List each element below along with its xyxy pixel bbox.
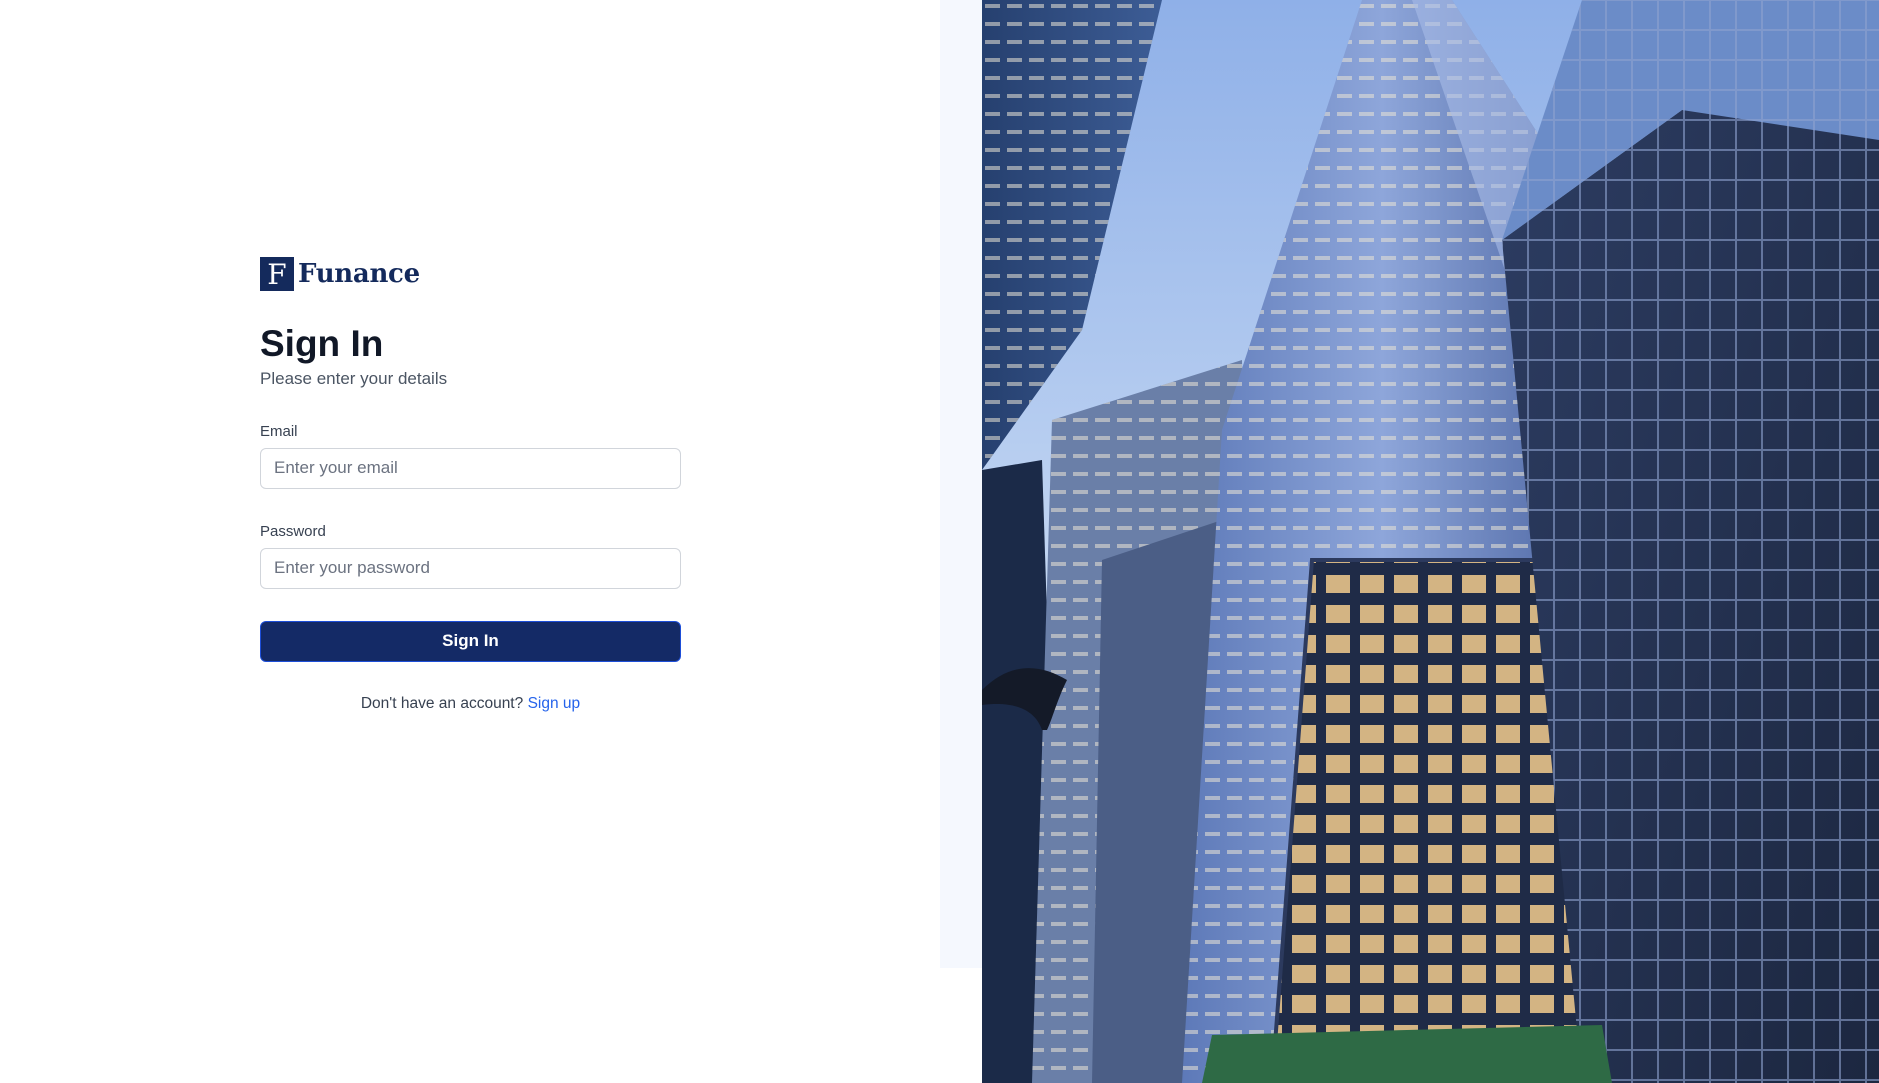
sign-in-form: F Funance Sign In Please enter your deta… [260,257,681,713]
signup-prompt: Don't have an account? [360,694,524,712]
sign-in-button[interactable]: Sign In [260,620,681,662]
password-label: Password [260,522,326,540]
signup-row: Don't have an account? Sign up [260,695,681,713]
email-label: Email [260,422,298,440]
page-subtitle: Please enter your details [260,368,448,388]
brand-logo[interactable]: F Funance [260,257,681,291]
hero-image [982,0,1879,1083]
city-skyscrapers-image [982,0,1879,1083]
login-panel: F Funance Sign In Please enter your deta… [0,0,940,1083]
side-strip [940,0,982,968]
page-title: Sign In [260,323,384,364]
password-input[interactable] [260,547,681,589]
brand-name: Funance [298,259,420,289]
email-input[interactable] [260,447,681,489]
logo-mark-icon: F [260,257,294,291]
signup-link[interactable]: Sign up [528,695,581,712]
